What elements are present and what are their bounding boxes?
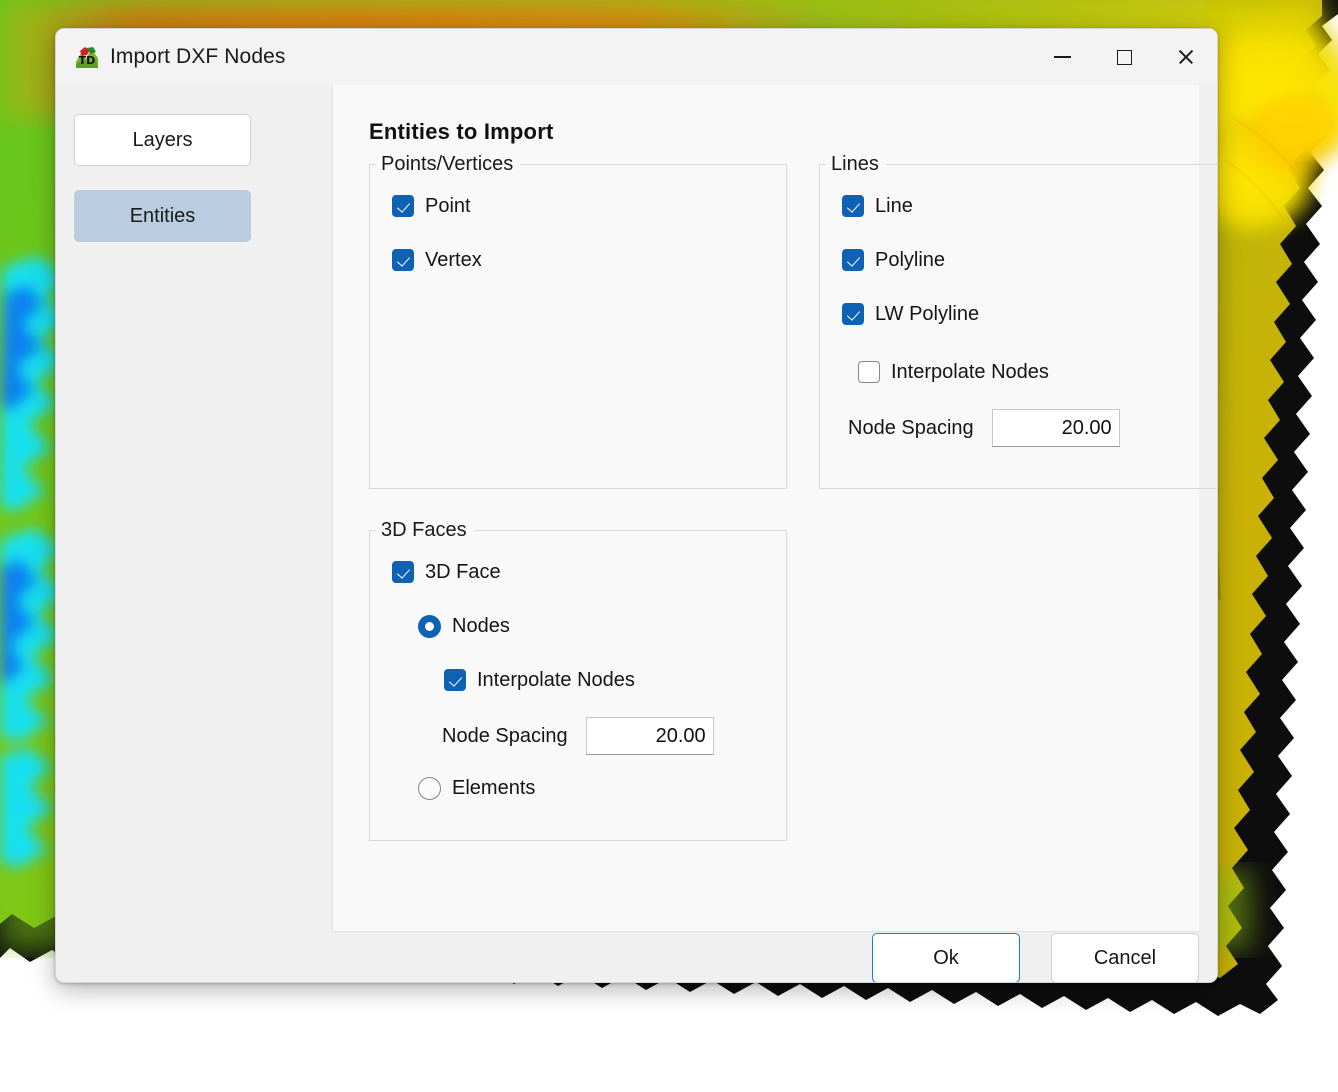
sidebar-item-label: Layers bbox=[132, 128, 193, 151]
checkbox-lw-polyline[interactable] bbox=[842, 303, 864, 325]
sidebar-item-layers[interactable]: Layers bbox=[74, 114, 251, 166]
group-points-vertices: Points/Vertices Point Vertex bbox=[369, 153, 787, 489]
checkbox-row-line[interactable]: Line bbox=[842, 186, 1217, 226]
window-controls bbox=[1031, 29, 1217, 85]
checkbox-label-faces-interpolate-nodes: Interpolate Nodes bbox=[477, 668, 635, 691]
checkbox-label-line: Line bbox=[875, 194, 913, 217]
dialog-body: Layers Entities Entities to Import Point… bbox=[56, 85, 1217, 982]
group-lines: Lines Line Polyline LW Polyline Interpol… bbox=[819, 153, 1217, 489]
checkbox-row-point[interactable]: Point bbox=[392, 186, 770, 226]
group-legend-3d-faces: 3D Faces bbox=[381, 519, 467, 541]
checkbox-row-lw-polyline[interactable]: LW Polyline bbox=[842, 294, 1217, 334]
sidebar-item-label: Entities bbox=[129, 204, 196, 227]
radio-elements[interactable] bbox=[418, 776, 441, 800]
sidebar-item-entities[interactable]: Entities bbox=[74, 190, 251, 242]
close-button[interactable] bbox=[1155, 29, 1217, 85]
cancel-button-label: Cancel bbox=[1093, 946, 1157, 969]
ok-button[interactable]: Ok bbox=[872, 933, 1020, 982]
radio-label-nodes: Nodes bbox=[452, 614, 510, 637]
svg-text:TD: TD bbox=[79, 54, 96, 67]
sidebar: Layers Entities bbox=[56, 85, 332, 982]
title-bar: TD Import DXF Nodes bbox=[56, 29, 1217, 85]
checkbox-label-3d-face: 3D Face bbox=[425, 560, 501, 583]
radio-label-elements: Elements bbox=[452, 776, 536, 799]
checkbox-polyline[interactable] bbox=[842, 249, 864, 271]
checkbox-row-lines-interpolate-nodes[interactable]: Interpolate Nodes bbox=[858, 352, 1217, 392]
checkbox-lines-interpolate-nodes[interactable] bbox=[858, 361, 880, 383]
group-legend-points-vertices: Points/Vertices bbox=[381, 153, 514, 175]
checkbox-3d-face[interactable] bbox=[392, 561, 414, 583]
checkbox-label-lines-interpolate-nodes: Interpolate Nodes bbox=[891, 360, 1049, 383]
maximize-button[interactable] bbox=[1093, 29, 1155, 85]
minimize-icon bbox=[1053, 56, 1071, 58]
group-legend-lines: Lines bbox=[831, 153, 879, 175]
terrain-map-icon: TD bbox=[74, 44, 100, 70]
checkbox-row-faces-interpolate-nodes[interactable]: Interpolate Nodes bbox=[444, 660, 770, 700]
group-3d-faces: 3D Faces 3D Face Nodes Interpolate Nodes… bbox=[369, 519, 787, 841]
radio-row-nodes[interactable]: Nodes bbox=[418, 606, 770, 646]
faces-node-spacing-input[interactable]: 20.00 bbox=[585, 717, 714, 755]
maximize-icon bbox=[1116, 49, 1132, 65]
lines-node-spacing-row: Node Spacing 20.00 bbox=[848, 406, 1217, 450]
checkbox-point[interactable] bbox=[392, 195, 414, 217]
checkbox-label-vertex: Vertex bbox=[425, 248, 482, 271]
radio-row-elements[interactable]: Elements bbox=[418, 768, 770, 808]
faces-node-spacing-row: Node Spacing 20.00 bbox=[442, 714, 770, 758]
checkbox-label-point: Point bbox=[425, 194, 471, 217]
checkbox-line[interactable] bbox=[842, 195, 864, 217]
ok-button-label: Ok bbox=[933, 946, 959, 969]
close-icon bbox=[1177, 48, 1195, 66]
faces-node-spacing-label: Node Spacing bbox=[442, 724, 568, 747]
lines-node-spacing-label: Node Spacing bbox=[848, 416, 974, 439]
checkbox-row-3d-face[interactable]: 3D Face bbox=[392, 552, 770, 592]
checkbox-label-lw-polyline: LW Polyline bbox=[875, 302, 980, 325]
checkbox-row-vertex[interactable]: Vertex bbox=[392, 240, 770, 280]
checkbox-faces-interpolate-nodes[interactable] bbox=[444, 669, 466, 691]
radio-nodes[interactable] bbox=[418, 614, 441, 638]
minimize-button[interactable] bbox=[1031, 29, 1093, 85]
content-panel: Entities to Import Points/Vertices Point bbox=[332, 85, 1217, 932]
window-title: Import DXF Nodes bbox=[110, 45, 286, 68]
lines-node-spacing-input[interactable]: 20.00 bbox=[991, 409, 1120, 447]
import-dxf-nodes-dialog: TD Import DXF Nodes Layers Entities Enti… bbox=[55, 28, 1218, 983]
checkbox-label-polyline: Polyline bbox=[875, 248, 946, 271]
checkbox-vertex[interactable] bbox=[392, 249, 414, 271]
page-title: Entities to Import bbox=[369, 119, 554, 144]
screen: TD Import DXF Nodes Layers Entities Enti… bbox=[0, 0, 1338, 1092]
checkbox-row-polyline[interactable]: Polyline bbox=[842, 240, 1217, 280]
cancel-button[interactable]: Cancel bbox=[1051, 933, 1199, 982]
dialog-footer: Ok Cancel bbox=[56, 932, 1217, 982]
